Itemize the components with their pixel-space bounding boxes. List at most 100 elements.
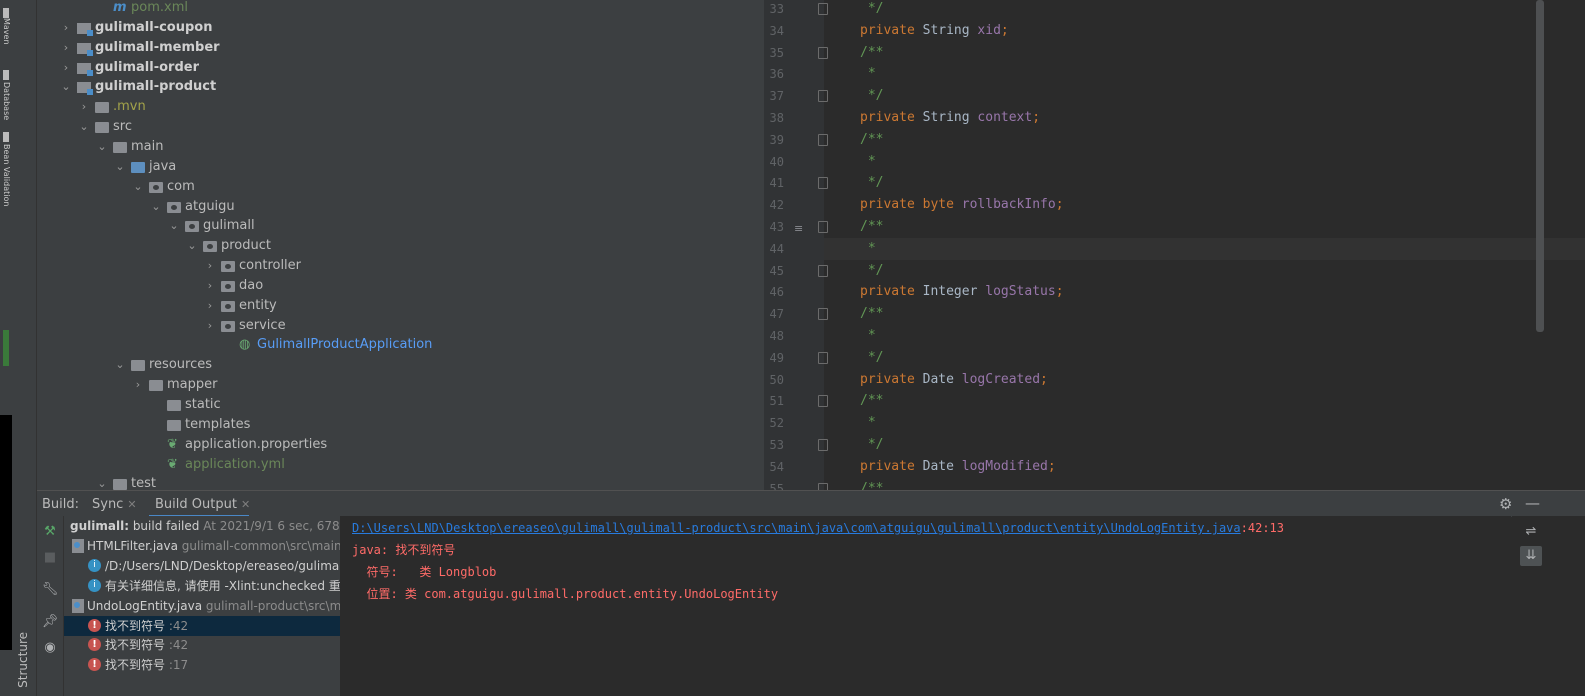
code-line: */ xyxy=(860,0,884,22)
tree-row[interactable]: › service xyxy=(37,316,764,336)
chevron-down-icon[interactable]: ⌄ xyxy=(149,197,163,217)
chevron-right-icon[interactable]: › xyxy=(59,58,73,78)
build-tree-row[interactable]: gulimall: build failed At 2021/9/1 6 sec… xyxy=(64,516,340,536)
tree-row[interactable]: ◍ GulimallProductApplication xyxy=(37,335,764,355)
build-tree-label: /D:/Users/LND/Desktop/ereaseo/gulimal xyxy=(105,558,341,573)
fold-marker-icon[interactable] xyxy=(818,133,828,146)
tree-row[interactable]: ⌄ atguigu xyxy=(37,197,764,217)
tree-row[interactable]: ⌄ test xyxy=(37,474,764,490)
tree-row[interactable]: › gulimall-order xyxy=(37,58,764,78)
chevron-down-icon[interactable]: ⌄ xyxy=(95,474,109,490)
chevron-right-icon[interactable]: › xyxy=(131,375,145,395)
tab-build-output[interactable]: Build Output ✕ xyxy=(155,497,250,512)
build-tree-row[interactable]: i/D:/Users/LND/Desktop/ereaseo/gulimal xyxy=(64,556,340,576)
chevron-down-icon[interactable]: ⌄ xyxy=(77,117,91,137)
fold-marker-icon[interactable] xyxy=(818,482,828,490)
chevron-right-icon[interactable]: › xyxy=(203,256,217,276)
chevron-down-icon[interactable]: ⌄ xyxy=(95,137,109,157)
tree-row[interactable]: › mapper xyxy=(37,375,764,395)
build-tree-row[interactable]: ! 找不到符号 :17 xyxy=(64,655,340,675)
code-line: /** xyxy=(860,218,883,240)
bean-validation-tab[interactable]: Bean Validation xyxy=(0,144,12,206)
code-token: xid xyxy=(977,22,1001,38)
build-tree-row[interactable]: HTMLFilter.java gulimall-common\src\main… xyxy=(64,536,340,556)
tree-row[interactable]: ⌄ com xyxy=(37,177,764,197)
chevron-right-icon[interactable]: › xyxy=(59,38,73,58)
tree-row[interactable]: m pom.xml xyxy=(37,0,764,18)
fold-marker-icon[interactable] xyxy=(818,221,828,233)
close-icon[interactable]: ✕ xyxy=(127,498,136,511)
chevron-down-icon[interactable]: ⌄ xyxy=(113,157,127,177)
tree-row[interactable]: ⌄ gulimall xyxy=(37,216,764,236)
editor-scrollbar[interactable] xyxy=(1536,0,1544,332)
fold-marker-icon[interactable] xyxy=(818,308,828,321)
tree-row[interactable]: ❦ application.yml xyxy=(37,455,764,475)
gear-icon[interactable]: ⚙ xyxy=(1499,495,1512,513)
chevron-down-icon[interactable]: ⌄ xyxy=(59,77,73,97)
build-output-console[interactable]: D:\Users\LND\Desktop\ereaseo\gulimall\gu… xyxy=(341,516,1511,696)
fold-marker-icon[interactable] xyxy=(818,351,828,364)
tree-row[interactable]: › dao xyxy=(37,276,764,296)
fold-marker-icon[interactable] xyxy=(818,264,828,277)
chevron-down-icon[interactable]: ⌄ xyxy=(185,236,199,256)
build-tree-row[interactable]: UndoLogEntity.java gulimall-product\src\… xyxy=(64,596,340,616)
chevron-right-icon[interactable]: › xyxy=(203,296,217,316)
fold-marker-icon[interactable] xyxy=(818,395,828,408)
fold-marker-icon[interactable] xyxy=(818,3,828,15)
wrench-icon[interactable]: 🔧︎ xyxy=(39,580,61,600)
error-file-link[interactable]: D:\Users\LND\Desktop\ereaseo\gulimall\gu… xyxy=(352,521,1241,535)
scroll-to-end-icon[interactable]: ⇊ xyxy=(1520,546,1542,566)
maven-tab[interactable]: Maven xyxy=(0,18,12,45)
soft-wrap-icon[interactable]: ⇌ xyxy=(1520,522,1542,542)
tree-row[interactable]: ⌄ gulimall-product xyxy=(37,77,764,97)
output-line-error: java: 找不到符号 xyxy=(352,543,456,557)
minimize-icon[interactable]: — xyxy=(1525,494,1540,512)
tree-row[interactable]: › controller xyxy=(37,256,764,276)
tab-sync[interactable]: Sync ✕ xyxy=(92,497,137,512)
build-results-tree[interactable]: gulimall: build failed At 2021/9/1 6 sec… xyxy=(64,516,341,696)
code-token: */ xyxy=(860,175,884,191)
build-tree-row[interactable]: i 有关详细信息, 请使用 -Xlint:unchecked 重新 xyxy=(64,576,340,596)
tree-row[interactable]: › .mvn xyxy=(37,97,764,117)
close-icon[interactable]: ✕ xyxy=(241,498,250,511)
package-icon xyxy=(221,280,235,292)
eye-icon[interactable]: ◉ xyxy=(39,638,61,658)
stop-icon[interactable]: ■ xyxy=(39,548,61,568)
tree-row[interactable]: ⌄ product xyxy=(37,236,764,256)
fold-marker-icon[interactable] xyxy=(818,177,828,190)
pin-icon[interactable]: 📌︎ xyxy=(39,612,61,632)
structure-tab[interactable]: Structure xyxy=(16,632,30,688)
chevron-right-icon[interactable]: › xyxy=(59,18,73,38)
chevron-down-icon[interactable]: ⌄ xyxy=(113,355,127,375)
chevron-right-icon[interactable]: › xyxy=(203,276,217,296)
code-line: private Date logCreated; xyxy=(860,371,1048,393)
tree-row[interactable]: ⌄ java xyxy=(37,157,764,177)
chevron-down-icon[interactable]: ⌄ xyxy=(167,216,181,236)
fold-marker-icon[interactable] xyxy=(818,46,828,59)
tree-row[interactable]: › gulimall-member xyxy=(37,38,764,58)
hammer-icon[interactable]: ⚒ xyxy=(39,522,61,542)
tree-row[interactable]: › gulimall-coupon xyxy=(37,18,764,38)
doc-render-icon[interactable]: ≡ xyxy=(794,222,803,235)
tree-row[interactable]: ⌄ main xyxy=(37,137,764,157)
tree-row[interactable]: static xyxy=(37,395,764,415)
code-editor[interactable]: 33 34 35 36 37 38 39 40 41 42 43 44 45 46 47 48 49 50 51 52… xyxy=(764,0,1585,490)
fold-marker-icon[interactable] xyxy=(818,439,828,451)
project-tree[interactable]: m pom.xml › gulimall-coupon › gulimall-member… xyxy=(37,0,764,490)
chevron-right-icon[interactable]: › xyxy=(203,316,217,336)
tree-row[interactable]: › entity xyxy=(37,296,764,316)
bean-validation-icon xyxy=(3,132,9,142)
database-tab[interactable]: Database xyxy=(0,82,12,120)
chevron-right-icon[interactable]: › xyxy=(77,97,91,117)
tree-row[interactable]: ⌄ src xyxy=(37,117,764,137)
tree-row-label: product xyxy=(221,238,272,254)
line-number: 43 xyxy=(769,220,784,234)
code-token: /** xyxy=(860,480,884,490)
build-tree-row[interactable]: ! 找不到符号 :42 xyxy=(64,615,340,636)
tree-row[interactable]: ❦ application.properties xyxy=(37,435,764,455)
tree-row[interactable]: templates xyxy=(37,415,764,435)
build-tree-row[interactable]: ! 找不到符号 :42 xyxy=(64,635,340,655)
chevron-down-icon[interactable]: ⌄ xyxy=(131,177,145,197)
tree-row[interactable]: ⌄ resources xyxy=(37,355,764,375)
fold-marker-icon[interactable] xyxy=(818,90,828,103)
